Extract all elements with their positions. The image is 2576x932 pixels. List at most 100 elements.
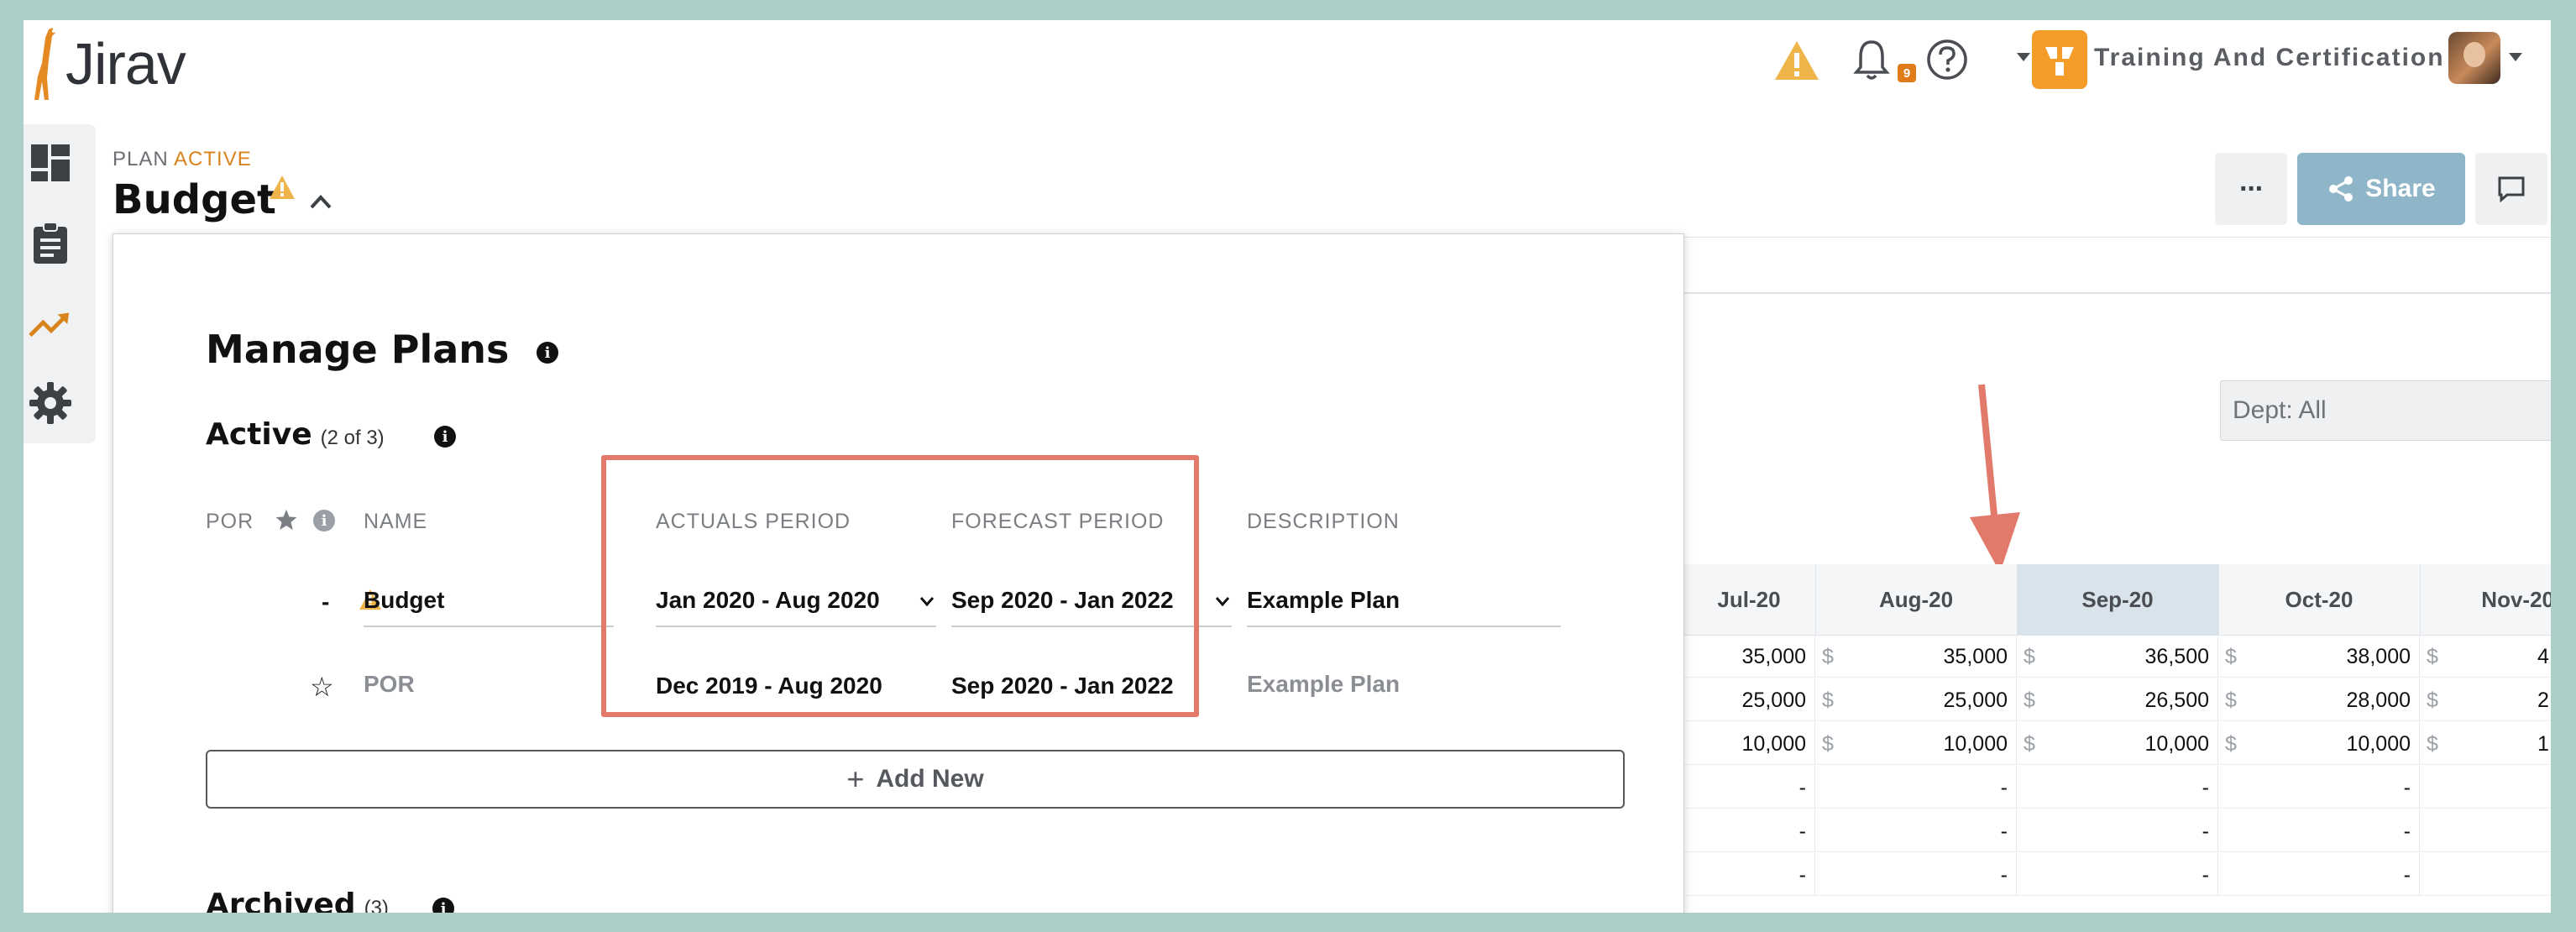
grid-cell[interactable]: $26,500 [2017,678,2218,721]
cell-value: 2 [2537,689,2549,712]
dept-filter[interactable]: Dept: All [2220,380,2551,441]
tab-bar-divider [1683,237,2551,238]
grid-cell[interactable]: - [2218,809,2420,852]
grid-cell[interactable]: $10,000 [2218,722,2420,765]
grid-cell[interactable]: $10,000 [2017,722,2218,765]
grid-cell[interactable]: $2 [2420,678,2551,721]
grid-cell[interactable]: - [2017,766,2218,809]
cell-value: - [2403,863,2411,887]
cell-value: - [2403,776,2411,799]
active-info-icon[interactable]: i [434,426,456,448]
annotation-arrow-icon [1965,381,2032,583]
plan-name-value: Budget [364,587,445,613]
grid-cell[interactable]: - [1815,853,2017,896]
grid-cell[interactable]: $4 [2420,635,2551,678]
grid-cell[interactable] [2420,809,2551,852]
grid-cell[interactable]: - [1815,766,2017,809]
active-count: (2 of 3) [320,427,385,449]
share-button[interactable]: Share [2297,153,2465,225]
currency-symbol: $ [2427,689,2438,712]
column-header[interactable]: Nov-20 [2420,564,2551,635]
sidebar-item-dashboard[interactable] [29,141,72,185]
column-header[interactable]: Aug-20 [1815,564,2018,635]
grid-cell[interactable]: - [2017,809,2218,852]
plan-label-status: ACTIVE [174,148,252,170]
column-header[interactable]: Sep-20 [2017,564,2219,635]
more-options-button[interactable]: ··· [2215,153,2287,225]
cell-value: 38,000 [2346,645,2411,668]
help-dropdown-chevron-icon[interactable] [2013,47,2034,67]
cell-value: 26,500 [2144,689,2209,712]
logo-text: Jirav [65,31,186,97]
add-new-label: Add New [876,765,984,793]
add-new-plan-button[interactable]: + Add New [206,750,1625,809]
col-header-name: NAME [364,510,428,533]
grid-cell[interactable]: 35,000 [1683,635,1815,678]
sidebar-item-plans[interactable] [29,302,72,346]
currency-symbol: $ [2225,645,2237,668]
grid-cell[interactable]: $1 [2420,722,2551,765]
por-info-icon[interactable]: i [313,510,335,531]
por-star-toggle-icon[interactable]: ☆ [310,671,334,703]
cell-value: 36,500 [2144,645,2209,668]
comment-icon [2498,176,2525,202]
grid-cell[interactable]: $28,000 [2218,678,2420,721]
cell-value: 25,000 [1943,689,2008,712]
cell-value: 10,000 [1741,732,1806,756]
archived-info-icon[interactable]: i [432,898,454,913]
grid-cell[interactable]: - [1683,853,1815,896]
grid-cell[interactable]: $36,500 [2017,635,2218,678]
column-header[interactable]: Jul-20 [1683,564,1816,635]
cell-value: - [2000,863,2008,887]
grid-cell[interactable]: - [1815,809,2017,852]
org-name[interactable]: Training And Certification [2094,44,2445,72]
forecast-chevron-down-icon [1215,597,1230,607]
page-title: Budget [113,176,276,223]
jirav-logo[interactable]: Jirav [30,25,186,102]
plus-icon: + [846,762,865,796]
sidebar-item-settings[interactable] [29,381,72,425]
active-section-heading: Active (2 of 3) [206,417,385,452]
grid-cell[interactable]: - [2218,853,2420,896]
help-icon[interactable] [1923,35,1971,84]
app-window: Jirav 9 Training And Certification PLAN … [24,20,2551,913]
grid-cell[interactable]: 25,000 [1683,678,1815,721]
notification-bell-icon[interactable] [1851,35,1893,86]
manage-plans-info-icon[interactable]: i [537,342,558,364]
grid-cell[interactable]: $10,000 [1815,722,2017,765]
cell-value: 10,000 [2346,732,2411,756]
grid-cell[interactable]: 10,000 [1683,722,1815,765]
user-avatar[interactable] [2448,32,2500,84]
cell-value: - [2000,819,2008,843]
cell-value: 1 [2537,732,2549,756]
plan-name-value: POR [364,671,415,697]
grid-cell[interactable]: $25,000 [1815,678,2017,721]
trending-up-icon [29,312,70,338]
currency-symbol: $ [2225,732,2237,756]
comments-button[interactable] [2475,153,2547,225]
col-header-description: DESCRIPTION [1247,510,1400,533]
grid-cell[interactable]: - [1683,766,1815,809]
grid-cell[interactable]: - [2017,853,2218,896]
description-field[interactable]: Example Plan [1247,587,1561,627]
share-label: Share [2365,175,2436,202]
plan-name-field[interactable]: Budget [364,587,614,627]
collapse-chevron-up-icon[interactable] [309,193,334,213]
column-header[interactable]: Oct-20 [2218,564,2421,635]
plan-warning-icon [269,175,297,202]
warning-icon[interactable] [1772,35,1822,86]
grid-cell[interactable]: - [1683,809,1815,852]
plan-label-prefix: PLAN [113,148,169,170]
grid-cell[interactable]: $35,000 [1815,635,2017,678]
cell-value: - [2403,819,2411,843]
currency-symbol: $ [2427,732,2438,756]
grid-cell[interactable] [2420,766,2551,809]
modal-title: Manage Plans [206,327,510,372]
sidebar-item-reports[interactable] [29,222,72,265]
grid-cell[interactable] [2420,853,2551,896]
user-dropdown-chevron-icon[interactable] [2507,47,2524,67]
grid-cell[interactable]: - [2218,766,2420,809]
grid-cell[interactable]: $38,000 [2218,635,2420,678]
cell-value: - [1798,819,1806,843]
description-value: Example Plan [1247,671,1401,697]
